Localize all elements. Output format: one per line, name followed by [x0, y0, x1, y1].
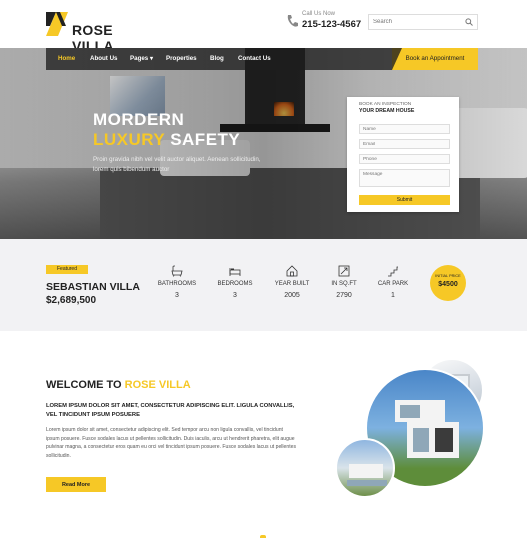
- nav-home[interactable]: Home: [58, 48, 75, 70]
- nav-pages[interactable]: Pages ▾: [130, 48, 153, 70]
- initial-price-label: INITIAL PRICE: [435, 274, 461, 278]
- area-icon: [338, 265, 350, 277]
- initial-price-badge: INITIAL PRICE $4500: [430, 265, 466, 301]
- search-icon[interactable]: [465, 18, 473, 26]
- phone-number[interactable]: 215-123-4567: [302, 19, 361, 30]
- phone-field[interactable]: [359, 154, 450, 164]
- initial-price-value: $4500: [438, 281, 458, 288]
- name-field[interactable]: [359, 124, 450, 134]
- nav-blog[interactable]: Blog: [210, 48, 224, 70]
- submit-button[interactable]: Submit: [359, 195, 450, 205]
- welcome-body: Lorem ipsum dolor sit amet, consectetur …: [46, 427, 297, 459]
- email-field[interactable]: [359, 139, 450, 149]
- bed-icon: [229, 268, 241, 276]
- form-kicker: BOOK AN INSPECTION: [359, 102, 412, 107]
- stat-value: 3: [233, 292, 237, 299]
- nav-about-us[interactable]: About Us: [90, 48, 118, 70]
- stat-value: 1: [391, 292, 395, 299]
- nav-contact-us[interactable]: Contact Us: [238, 48, 271, 70]
- stairs-icon: [388, 266, 398, 277]
- stat-value: 2005: [284, 292, 300, 299]
- bathtub-icon: [171, 265, 183, 277]
- hero-title-highlight: LUXURY: [93, 130, 165, 149]
- stat-bedrooms: BEDROOMS 3: [205, 265, 265, 299]
- welcome-lead: LOREM IPSUM DOLOR SIT AMET, CONSECTETUR …: [46, 403, 295, 418]
- house-lower-window: [413, 428, 429, 452]
- resort-pool: [347, 480, 387, 486]
- stat-label: BEDROOMS: [217, 281, 253, 287]
- property-price: $2,689,500: [46, 295, 97, 306]
- featured-badge: Featured: [46, 265, 88, 274]
- stat-value: 3: [175, 292, 179, 299]
- welcome-title-brand: ROSE VILLA: [124, 379, 191, 391]
- nav-properties[interactable]: Properties: [166, 48, 197, 70]
- logo[interactable]: ROSE VILLA: [46, 12, 146, 54]
- stat-label: CAR PARK: [377, 281, 409, 287]
- stat-label: YEAR BUILT: [274, 281, 310, 287]
- call-label: Call Us Now: [302, 11, 336, 17]
- nav-cta-notch: [392, 48, 402, 70]
- welcome-title: WELCOME TO ROSE VILLA: [46, 379, 191, 391]
- message-field[interactable]: [359, 169, 450, 187]
- resort-building: [349, 464, 383, 478]
- property-name[interactable]: SEBASTIAN VILLA: [46, 281, 140, 293]
- read-more-button[interactable]: Read More: [46, 477, 106, 492]
- logo-mark-icon: [46, 12, 68, 36]
- phone-icon: [287, 15, 298, 27]
- resort-photo: [335, 438, 395, 498]
- search-input[interactable]: [369, 15, 463, 29]
- welcome-title-prefix: WELCOME TO: [46, 379, 125, 391]
- stat-year-built: YEAR BUILT 2005: [262, 265, 322, 299]
- stat-car-park: CAR PARK 1: [363, 265, 423, 299]
- book-appointment-button[interactable]: Book an Appointment: [392, 48, 478, 70]
- stat-label: BATHROOMS: [157, 281, 197, 287]
- hero-title-line1: MORDERN: [93, 110, 185, 129]
- call-us: Call Us Now 215-123-4567: [286, 11, 366, 37]
- hero-subtitle: Proin gravida nibh vel velit auctor aliq…: [93, 156, 261, 173]
- house-door: [435, 428, 453, 452]
- house-icon: [286, 265, 298, 277]
- form-title: YOUR DREAM HOUSE: [359, 108, 415, 114]
- search-box: [368, 14, 478, 30]
- hero-title-rest: SAFETY: [164, 130, 241, 149]
- stat-bathrooms: BATHROOMS 3: [147, 265, 207, 299]
- site-header: ROSE VILLA Call Us Now 215-123-4567: [0, 0, 527, 54]
- hero-title-line2: LUXURY SAFETY: [93, 130, 240, 150]
- house-upper-window: [400, 405, 420, 418]
